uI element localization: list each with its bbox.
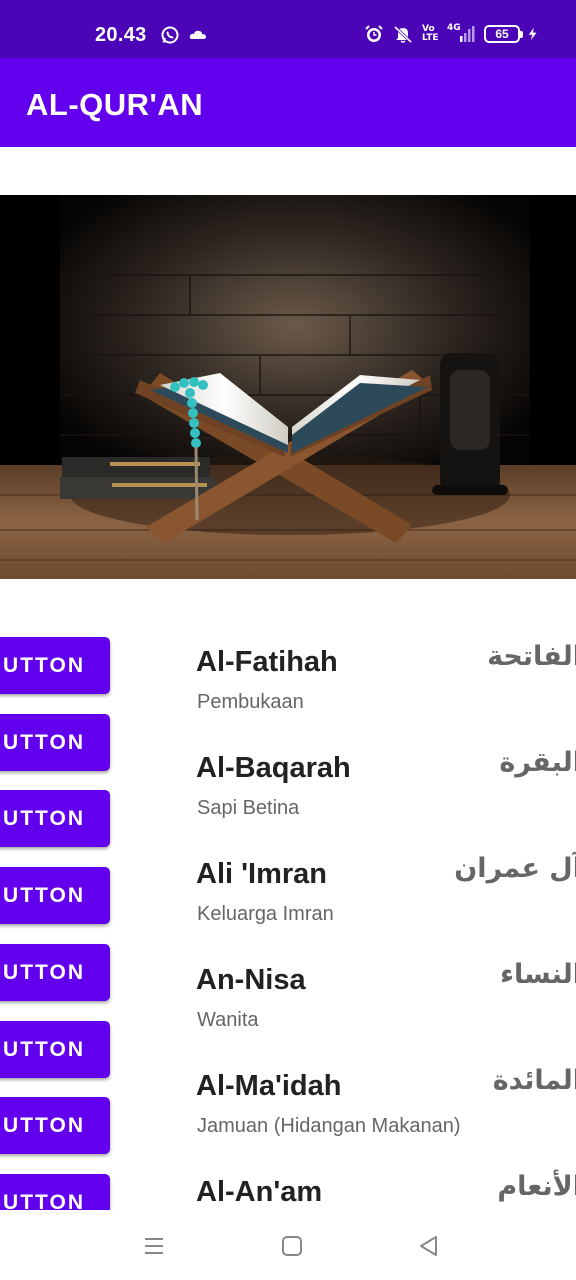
back-icon[interactable] [415, 1232, 443, 1260]
status-right-icons: Vo LTE 4G 65 [364, 24, 540, 44]
surah-button[interactable]: BUTTON [0, 1174, 110, 1210]
charging-icon [528, 27, 537, 41]
surah-meaning: Jamuan (Hidangan Makanan) [197, 1115, 461, 1137]
surah-meaning: Sapi Betina [197, 797, 300, 819]
signal-bars-icon [460, 26, 475, 42]
battery-icon: 65 [484, 25, 523, 43]
status-bar: 20.43 Vo LTE 4G 65 [0, 0, 576, 58]
home-icon[interactable] [278, 1232, 306, 1260]
surah-button[interactable]: BUTTON [0, 1021, 110, 1078]
page-title: AL-QUR'AN [26, 87, 204, 122]
app-bar: AL-QUR'AN [0, 58, 576, 147]
quran-on-rehal-image [0, 195, 576, 579]
4g-signal-icon: 4G [447, 24, 475, 44]
surah-arabic-name: المائدة [492, 1065, 576, 1096]
surah-name: Al-Fatihah [196, 646, 338, 678]
screen: 20.43 Vo LTE 4G 65 AL-QUR'AN UTTON UTTON… [0, 0, 576, 1280]
volte-icon: Vo LTE [422, 24, 439, 43]
surah-meaning: Pembukaan [197, 691, 304, 713]
surah-name: Ali 'Imran [196, 858, 327, 890]
surah-arabic-name: النساء [500, 959, 576, 990]
surah-arabic-name: الفاتحة [487, 641, 576, 672]
surah-name: Al-Ma'idah [196, 1070, 342, 1102]
surah-name: Al-Baqarah [196, 752, 351, 784]
surah-button[interactable]: BUTTON [0, 790, 110, 847]
surah-meaning: Wanita [197, 1009, 259, 1031]
mute-icon [393, 25, 413, 44]
surah-button[interactable]: BUTTON [0, 944, 110, 1001]
alarm-icon [365, 25, 383, 42]
surah-name: Al-An'am [196, 1176, 323, 1208]
surah-button[interactable]: BUTTON [0, 714, 110, 771]
surah-name: An-Nisa [196, 964, 306, 996]
status-left-icons [160, 25, 208, 45]
surah-button[interactable]: BUTTON [0, 1097, 110, 1154]
surah-button[interactable]: BUTTON [0, 637, 110, 694]
surah-meaning: Keluarga Imran [197, 903, 334, 925]
surah-arabic-name: آل عمران [454, 853, 576, 884]
surah-button[interactable]: BUTTON [0, 867, 110, 924]
surah-arabic-name: الأنعام [497, 1171, 576, 1202]
navigation-bar [0, 1210, 576, 1280]
status-time: 20.43 [95, 24, 147, 46]
whatsapp-icon [161, 26, 179, 44]
menu-icon[interactable] [140, 1232, 168, 1260]
surah-list[interactable]: BUTTON BUTTON BUTTON BUTTON BUTTON BUTTON BUTT… [0, 600, 576, 1210]
surah-arabic-name: البقرة [499, 747, 576, 778]
cloud-icon [189, 30, 206, 39]
